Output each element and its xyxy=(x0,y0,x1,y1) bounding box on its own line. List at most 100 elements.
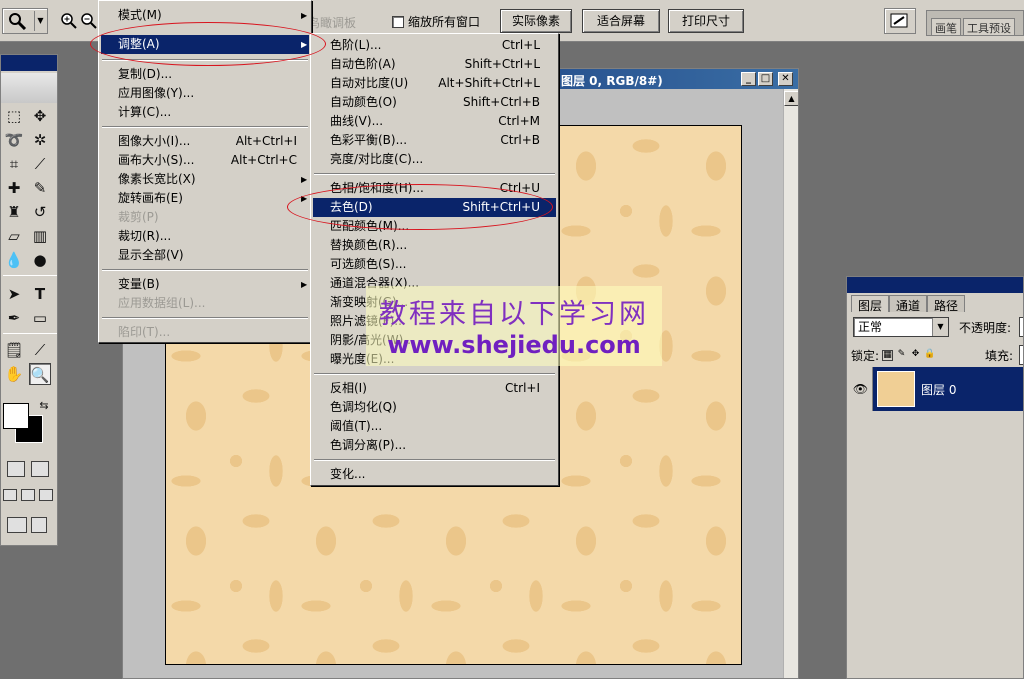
close-icon[interactable]: ✕ xyxy=(778,72,793,86)
feather-logo[interactable] xyxy=(1,73,57,103)
menu-item-curves[interactable]: 曲线(V)... Ctrl+M xyxy=(313,112,556,131)
menu-item-duplicate[interactable]: 复制(D)... xyxy=(101,65,309,84)
tab-layers[interactable]: 图层 xyxy=(851,295,890,313)
resize-windows-checkbox[interactable]: 缩放所有窗口 xyxy=(392,13,480,30)
eraser-tool-icon[interactable]: ▱ xyxy=(3,225,25,247)
menu-item-canvas-size[interactable]: 画布大小(S)... Alt+Ctrl+C xyxy=(101,151,309,170)
menu-item-levels[interactable]: 色阶(L)... Ctrl+L xyxy=(313,36,556,55)
lock-image-icon[interactable]: ✎ xyxy=(896,350,907,361)
menu-item-color-balance[interactable]: 色彩平衡(B)... Ctrl+B xyxy=(313,131,556,150)
chevron-down-icon[interactable]: ▼ xyxy=(932,318,948,336)
notes-tool-icon[interactable]: 🗒 xyxy=(3,339,25,361)
document-title: 图层 0, RGB/8#) xyxy=(561,74,663,88)
menu-item-equalize[interactable]: 色调均化(Q) xyxy=(313,398,556,417)
actual-pixels-button[interactable]: 实际像素 xyxy=(500,9,572,33)
menu-item-replace-color[interactable]: 替换颜色(R)... xyxy=(313,236,556,255)
vertical-scrollbar[interactable]: ▲ xyxy=(783,89,798,678)
menu-item-label: 调整(A) xyxy=(118,37,160,51)
maximize-icon[interactable]: □ xyxy=(758,72,773,86)
imageready-icon[interactable] xyxy=(31,517,47,533)
screen-mode-full-menu-icon[interactable] xyxy=(21,489,35,501)
path-selection-tool-icon[interactable]: ➤ xyxy=(3,283,25,305)
brush-tool-icon[interactable]: ✎ xyxy=(29,177,51,199)
menu-item-auto-levels[interactable]: 自动色阶(A) Shift+Ctrl+L xyxy=(313,55,556,74)
opacity-input[interactable] xyxy=(1019,317,1023,337)
menu-item-auto-color[interactable]: 自动颜色(O) Shift+Ctrl+B xyxy=(313,93,556,112)
shape-tool-icon[interactable]: ▭ xyxy=(29,307,51,329)
submenu-arrow-icon: ▶ xyxy=(301,280,308,289)
healing-brush-tool-icon[interactable]: ✚ xyxy=(3,177,25,199)
zoom-tool-icon xyxy=(9,13,27,30)
blend-mode-select[interactable]: 正常 ▼ xyxy=(853,317,949,337)
quick-mask-mode-icon[interactable] xyxy=(31,461,49,477)
zoom-out-icon[interactable] xyxy=(80,12,98,30)
menu-item-reveal-all[interactable]: 显示全部(V) xyxy=(101,246,309,265)
menu-item-match-color[interactable]: 匹配颜色(M)... xyxy=(313,217,556,236)
eyedropper-tool-icon[interactable]: ⟋ xyxy=(29,339,51,361)
menu-item-adjustments[interactable]: 调整(A) ▶ xyxy=(101,35,309,54)
menu-item-label: 自动对比度(U) xyxy=(330,76,409,90)
menu-item-selective-color[interactable]: 可选颜色(S)... xyxy=(313,255,556,274)
hand-tool-icon[interactable]: ✋ xyxy=(3,363,25,385)
palette-well-tab-tool-presets[interactable]: 工具预设 xyxy=(963,18,1015,35)
menu-item-hue-saturation[interactable]: 色相/饱和度(H)... Ctrl+U xyxy=(313,179,556,198)
menu-item-brightness-contrast[interactable]: 亮度/对比度(C)... xyxy=(313,150,556,169)
menu-item-apply-image[interactable]: 应用图像(Y)... xyxy=(101,84,309,103)
minimize-icon[interactable]: _ xyxy=(741,72,756,86)
menu-item-variables[interactable]: 变量(B) ▶ xyxy=(101,275,309,294)
fill-input[interactable] xyxy=(1019,345,1023,365)
tab-channels[interactable]: 通道 xyxy=(889,295,928,313)
fit-screen-button[interactable]: 适合屏幕 xyxy=(582,9,660,33)
zoom-in-icon[interactable] xyxy=(60,12,78,30)
menu-item-trim[interactable]: 裁切(R)... xyxy=(101,227,309,246)
foreground-color-swatch[interactable] xyxy=(3,403,29,429)
dodge-tool-icon[interactable]: ● xyxy=(29,249,51,271)
menu-item-threshold[interactable]: 阈值(T)... xyxy=(313,417,556,436)
clone-stamp-tool-icon[interactable]: ♜ xyxy=(3,201,25,223)
pen-tool-icon[interactable]: ✒ xyxy=(3,307,25,329)
menu-item-calculations[interactable]: 计算(C)... xyxy=(101,103,309,122)
lock-all-icon[interactable]: 🔒 xyxy=(924,350,935,361)
menu-item-auto-contrast[interactable]: 自动对比度(U) Alt+Shift+Ctrl+L xyxy=(313,74,556,93)
jump-to-imageready-icon[interactable] xyxy=(7,517,27,533)
gradient-tool-icon[interactable]: ▥ xyxy=(29,225,51,247)
screen-mode-standard-icon[interactable] xyxy=(3,489,17,501)
crop-tool-icon[interactable]: ⌗ xyxy=(3,153,25,175)
marquee-tool-icon[interactable]: ⬚ xyxy=(3,105,25,127)
lock-position-icon[interactable]: ✥ xyxy=(910,350,921,361)
palette-toggle-button[interactable] xyxy=(884,8,916,34)
ignore-palettes-label: 鸟瞰调板 xyxy=(308,16,357,30)
menu-item-rotate-canvas[interactable]: 旋转画布(E) ▶ xyxy=(101,189,309,208)
blur-tool-icon[interactable]: 💧 xyxy=(3,249,25,271)
type-tool-icon[interactable]: T xyxy=(29,283,51,305)
menu-item-posterize[interactable]: 色调分离(P)... xyxy=(313,436,556,455)
history-brush-tool-icon[interactable]: ↺ xyxy=(29,201,51,223)
lasso-tool-icon[interactable]: ➰ xyxy=(3,129,25,151)
palette-well-tab-brushes[interactable]: 画笔 xyxy=(931,18,961,35)
tool-preset-picker[interactable]: ▼ xyxy=(2,8,48,34)
menu-item-desaturate[interactable]: 去色(D) Shift+Ctrl+U xyxy=(313,198,556,217)
checkbox-box[interactable] xyxy=(392,15,404,28)
screen-mode-full-icon[interactable] xyxy=(39,489,53,501)
layers-panel-title-bar[interactable] xyxy=(847,277,1023,293)
tab-paths[interactable]: 路径 xyxy=(927,295,966,313)
lock-transparency-icon[interactable]: ▦ xyxy=(882,350,894,361)
menu-item-invert[interactable]: 反相(I) Ctrl+I xyxy=(313,379,556,398)
menu-item-mode[interactable]: 模式(M) ▶ xyxy=(101,6,309,25)
scroll-up-icon[interactable]: ▲ xyxy=(784,91,798,106)
zoom-tool-icon[interactable]: 🔍 xyxy=(29,363,51,385)
magic-wand-tool-icon[interactable]: ✲ xyxy=(29,129,51,151)
menu-item-pixel-aspect-ratio[interactable]: 像素长宽比(X) ▶ xyxy=(101,170,309,189)
standard-mode-icon[interactable] xyxy=(7,461,25,477)
move-tool-icon[interactable]: ✥ xyxy=(29,105,51,127)
menu-item-variations[interactable]: 变化... xyxy=(313,465,556,484)
swap-colors-icon[interactable]: ⇆ xyxy=(33,395,55,417)
chevron-down-icon[interactable]: ▼ xyxy=(34,11,46,31)
menu-item-image-size[interactable]: 图像大小(I)... Alt+Ctrl+I xyxy=(101,132,309,151)
eye-icon[interactable]: 👁 xyxy=(849,367,873,411)
print-size-button[interactable]: 打印尺寸 xyxy=(668,9,744,33)
layer-row[interactable]: 👁 图层 0 xyxy=(849,367,1023,411)
toolbox-title-bar[interactable] xyxy=(1,55,57,71)
slice-tool-icon[interactable]: ⟋ xyxy=(29,153,51,175)
menu-item-apply-data-set: 应用数据组(L)... xyxy=(101,294,309,313)
